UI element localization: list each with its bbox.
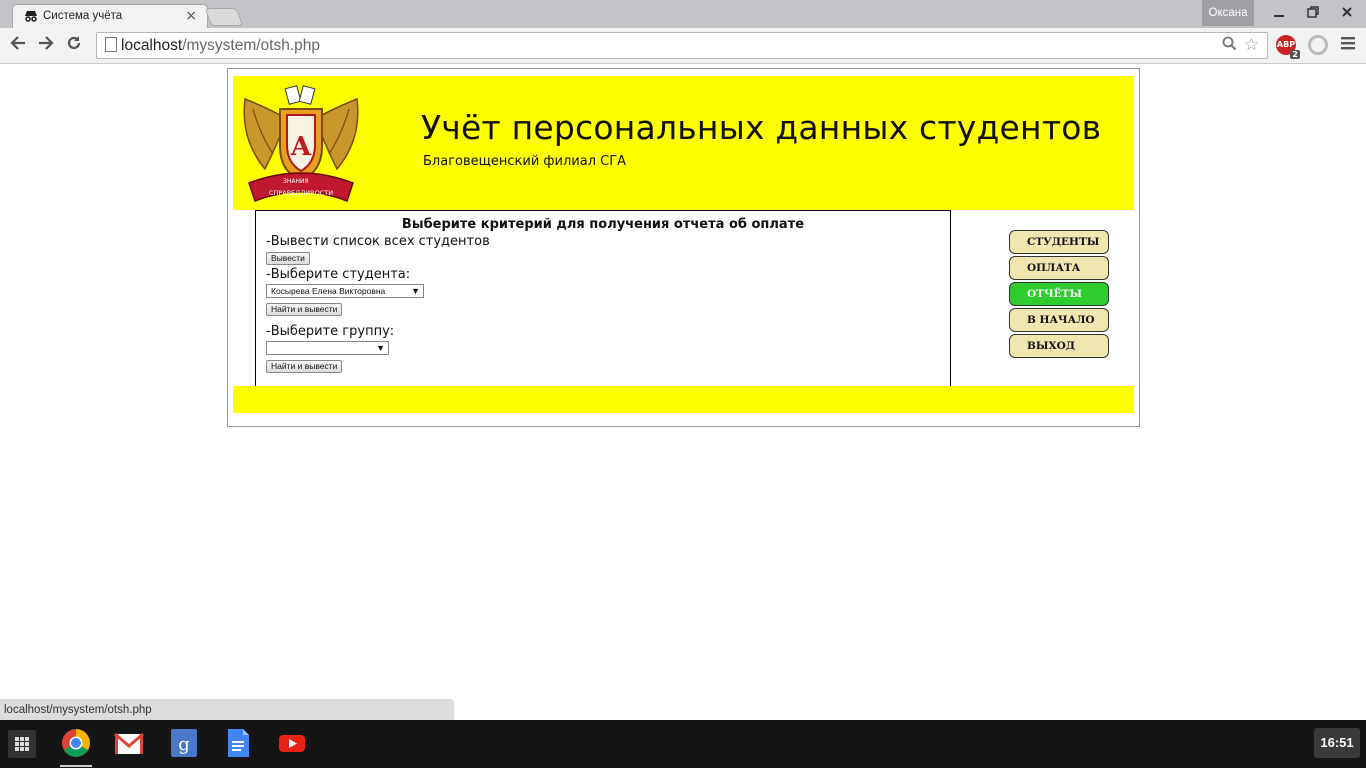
- google-search-icon[interactable]: g: [169, 728, 199, 758]
- chrome-icon[interactable]: [61, 728, 91, 758]
- panel-heading: Выберите критерий для получения отчета о…: [401, 217, 805, 232]
- new-tab-button[interactable]: [204, 8, 244, 26]
- window-close-icon[interactable]: [1330, 2, 1364, 24]
- nav-exit-button[interactable]: ВЫХОД: [1009, 334, 1109, 358]
- adblock-count: 2: [1290, 50, 1300, 59]
- search-icon[interactable]: [1222, 36, 1237, 55]
- nav-payment-button[interactable]: ОПЛАТА: [1009, 256, 1109, 280]
- browser-toolbar: localhost/mysystem/otsh.php ☆ ABP 2: [0, 28, 1366, 64]
- reload-icon[interactable]: [62, 34, 86, 58]
- dropdown-arrow-icon: ▼: [411, 286, 420, 296]
- adblock-icon[interactable]: ABP 2: [1276, 35, 1300, 59]
- bookmark-star-icon[interactable]: ☆: [1244, 35, 1259, 55]
- group-label: -Выберите группу:: [266, 324, 395, 339]
- group-select[interactable]: ▼: [266, 341, 389, 355]
- find-student-button[interactable]: Найти и вывести: [266, 303, 343, 316]
- site-subtitle: Благовещенский филиал СГА: [423, 154, 627, 169]
- tab-close-icon[interactable]: ×: [185, 8, 197, 24]
- address-bar[interactable]: localhost/mysystem/otsh.php ☆: [96, 32, 1268, 59]
- status-bar-url: localhost/mysystem/otsh.php: [0, 699, 454, 720]
- browser-tab[interactable]: Система учёта ×: [12, 4, 208, 28]
- gmail-icon[interactable]: [114, 728, 144, 758]
- student-select[interactable]: Косырева Елена Викторовна ▼: [266, 284, 424, 298]
- extension-icon[interactable]: [1308, 35, 1328, 55]
- minimize-icon[interactable]: [1262, 2, 1296, 24]
- page-viewport: А ЗНАНИЯ СПРАВЕДЛИВОСТИ Учёт персональны…: [0, 64, 1366, 720]
- nav-students-button[interactable]: СТУДЕНТЫ: [1009, 230, 1109, 254]
- nav-home-button[interactable]: В НАЧАЛО: [1009, 308, 1109, 332]
- page-container: А ЗНАНИЯ СПРАВЕДЛИВОСТИ Учёт персональны…: [227, 68, 1140, 427]
- clock[interactable]: 16:51: [1314, 728, 1360, 758]
- maximize-icon[interactable]: [1296, 2, 1330, 24]
- nav-reports-button[interactable]: ОТЧЁТЫ: [1009, 282, 1109, 306]
- tab-strip: Система учёта × Оксана: [0, 0, 1366, 28]
- report-criteria-panel: Выберите критерий для получения отчета о…: [255, 210, 951, 388]
- incognito-icon: [23, 10, 39, 25]
- forward-icon[interactable]: [34, 34, 58, 58]
- svg-text:ЗНАНИЯ: ЗНАНИЯ: [283, 178, 309, 185]
- header-banner: А ЗНАНИЯ СПРАВЕДЛИВОСТИ Учёт персональны…: [233, 76, 1134, 210]
- google-docs-icon[interactable]: [223, 728, 253, 758]
- app-launcher-icon[interactable]: [8, 730, 36, 758]
- svg-text:g: g: [178, 734, 190, 755]
- profile-badge[interactable]: Оксана: [1202, 0, 1254, 26]
- page-icon: [105, 37, 117, 52]
- output-button[interactable]: Вывести: [266, 252, 310, 265]
- active-app-indicator: [60, 765, 92, 767]
- dropdown-arrow-icon: ▼: [376, 343, 385, 353]
- site-title: Учёт персональных данных студентов: [421, 108, 1102, 147]
- student-label: -Выберите студента:: [266, 267, 411, 282]
- footer-bar: [233, 386, 1134, 413]
- tab-title: Система учёта: [43, 10, 123, 22]
- find-group-button[interactable]: Найти и вывести: [266, 360, 343, 373]
- url-text: localhost/mysystem/otsh.php: [121, 37, 321, 54]
- emblem-logo: А ЗНАНИЯ СПРАВЕДЛИВОСТИ: [243, 85, 359, 202]
- svg-text:СПРАВЕДЛИВОСТИ: СПРАВЕДЛИВОСТИ: [269, 189, 333, 197]
- all-students-label: -Вывести список всех студентов: [266, 234, 490, 249]
- svg-text:А: А: [290, 132, 311, 162]
- youtube-icon[interactable]: [277, 728, 307, 758]
- menu-icon[interactable]: [1340, 35, 1356, 56]
- taskbar: g 16:51: [0, 720, 1366, 768]
- back-icon[interactable]: [6, 34, 30, 58]
